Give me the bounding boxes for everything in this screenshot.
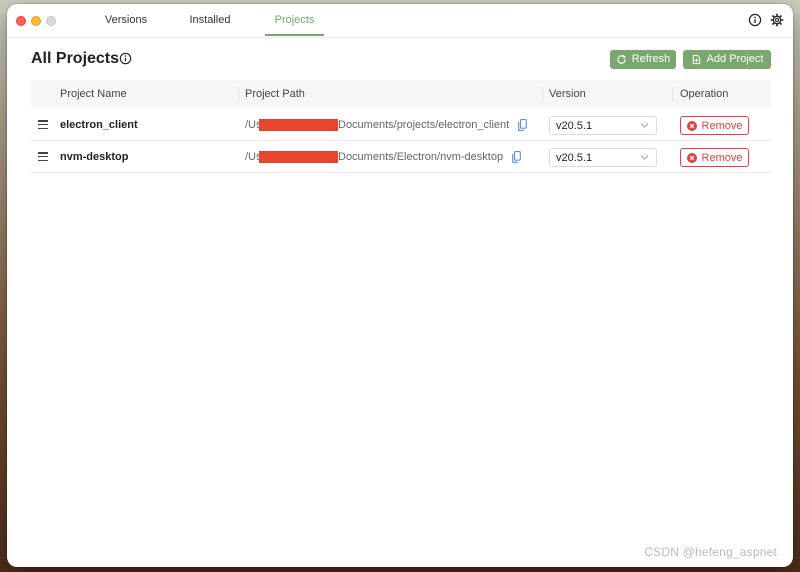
chevron-down-icon	[640, 123, 649, 128]
table-row: electron_client /Us Documents/projects/e…	[31, 109, 771, 141]
column-header-project-name: Project Name	[60, 88, 127, 100]
title-bar: Versions Installed Projects	[7, 4, 793, 38]
project-name: nvm-desktop	[60, 151, 129, 163]
copy-icon[interactable]	[518, 119, 527, 131]
tab-projects[interactable]: Projects	[265, 4, 324, 36]
redaction-block	[259, 151, 338, 163]
drag-handle-icon[interactable]	[38, 152, 48, 162]
close-window-button[interactable]	[16, 16, 26, 26]
copy-icon[interactable]	[512, 151, 521, 163]
column-header-version: Version	[549, 88, 586, 100]
column-header-operation: Operation	[680, 88, 729, 100]
remove-label: Remove	[701, 151, 743, 164]
add-project-button[interactable]: Add Project	[683, 50, 771, 69]
watermark: CSDN @hefeng_aspnet	[644, 545, 777, 559]
page-title: All Projects	[31, 50, 120, 67]
version-select-value: v20.5.1	[556, 152, 593, 164]
maximize-window-button[interactable]	[46, 16, 56, 26]
add-project-label: Add Project	[706, 53, 764, 65]
remove-label: Remove	[701, 119, 743, 132]
project-path-suffix: Documents/Electron/nvm-desktop	[338, 151, 504, 163]
refresh-button[interactable]: Refresh	[610, 50, 676, 69]
redaction-block	[259, 119, 338, 131]
add-file-icon	[692, 54, 700, 65]
remove-circle-icon	[686, 152, 697, 163]
gear-icon[interactable]	[770, 13, 784, 27]
tab-versions[interactable]: Versions	[95, 4, 157, 36]
table-header: Project Name Project Path Version Operat…	[31, 80, 771, 108]
column-divider	[542, 87, 543, 101]
project-path-suffix: Documents/projects/electron_client	[338, 119, 510, 131]
version-select-value: v20.5.1	[556, 120, 593, 132]
refresh-label: Refresh	[631, 53, 671, 65]
project-name: electron_client	[60, 119, 138, 131]
app-window: Versions Installed Projects All Projects	[7, 4, 793, 567]
info-icon[interactable]	[748, 13, 762, 27]
remove-button[interactable]: Remove	[680, 116, 749, 135]
minimize-window-button[interactable]	[31, 16, 41, 26]
refresh-icon	[617, 54, 626, 64]
remove-button[interactable]: Remove	[680, 148, 749, 167]
version-select[interactable]: v20.5.1	[549, 116, 657, 135]
info-icon[interactable]	[119, 52, 132, 65]
column-header-project-path: Project Path	[245, 88, 305, 100]
tab-installed[interactable]: Installed	[179, 4, 241, 36]
version-select[interactable]: v20.5.1	[549, 148, 657, 167]
drag-handle-icon[interactable]	[38, 120, 48, 130]
column-divider	[238, 87, 239, 101]
chevron-down-icon	[640, 155, 649, 160]
table-row: nvm-desktop /Us Documents/Electron/nvm-d…	[31, 141, 771, 173]
column-divider	[672, 87, 673, 101]
remove-circle-icon	[686, 120, 697, 131]
